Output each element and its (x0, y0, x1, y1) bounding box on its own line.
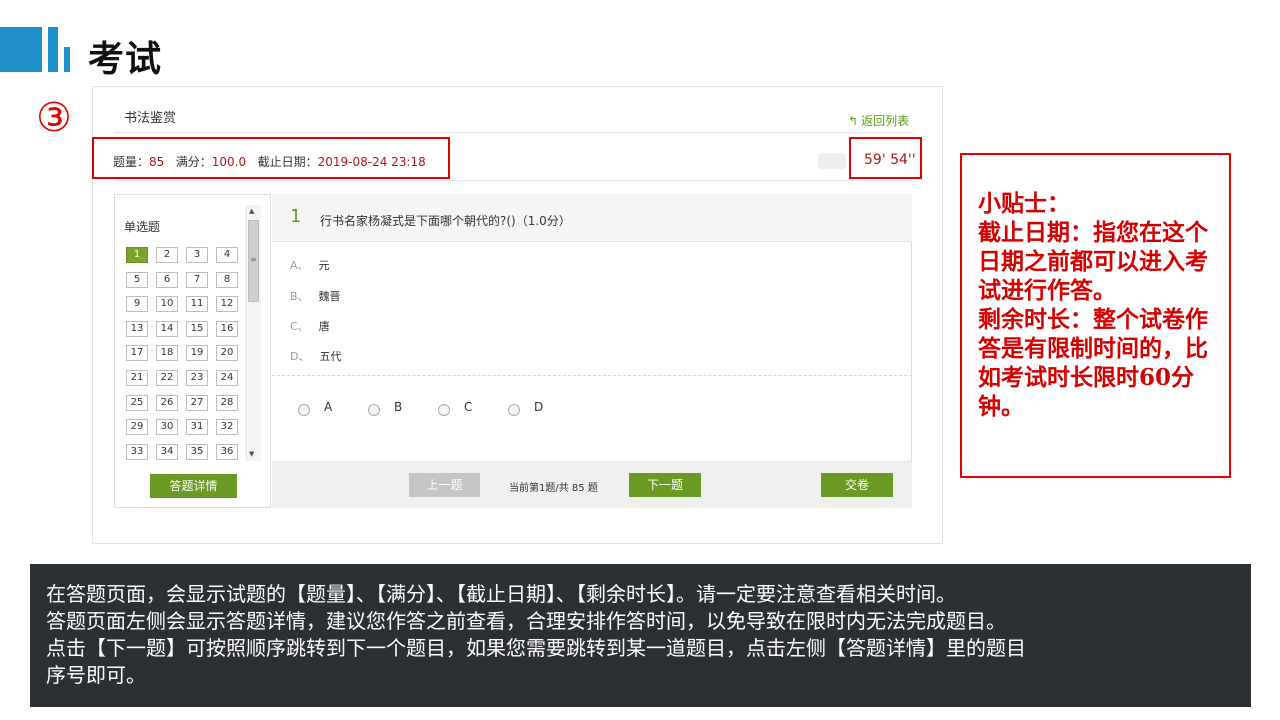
radio-label: D (534, 400, 544, 414)
question-number-button[interactable]: 24 (216, 369, 238, 386)
option-b: B、 魏晋 (290, 288, 341, 304)
radio-a[interactable]: A (298, 398, 332, 416)
tips-text: 小贴士： 截止日期：指您在这个日期之前都可以进入考试进行作答。 剩余时长：整个试… (978, 189, 1230, 421)
question-number-button[interactable]: 26 (156, 394, 178, 411)
question-number-button[interactable]: 27 (186, 394, 208, 411)
question-number-button[interactable]: 28 (216, 394, 238, 411)
tips-remaining-time: 剩余时长：整个试卷作答是有限制时间的，比如考试时长限时60分钟。 (978, 306, 1208, 420)
radio-label: C (464, 400, 473, 414)
question-number-button[interactable]: 1 (126, 247, 148, 263)
question-number-button[interactable]: 29 (126, 419, 148, 436)
question-number-button[interactable]: 10 (156, 296, 178, 313)
section-title: 单选题 (124, 220, 161, 234)
question-number-button[interactable]: 25 (126, 394, 148, 411)
tips-deadline: 截止日期：指您在这个日期之前都可以进入考试进行作答。 (978, 219, 1208, 304)
question-number-button[interactable]: 16 (216, 320, 238, 337)
divider (114, 180, 912, 181)
question-number-button[interactable]: 3 (186, 247, 208, 263)
question-number-button[interactable]: 9 (126, 296, 148, 313)
radio-circle[interactable] (438, 404, 450, 416)
question-number-button[interactable]: 23 (186, 369, 208, 386)
question-number-button[interactable]: 14 (156, 320, 178, 337)
radio-d[interactable]: D (508, 398, 543, 416)
timer-highlight-box (849, 137, 922, 179)
hide-timer-toggle[interactable] (818, 153, 846, 169)
option-text: 唐 (318, 320, 330, 333)
question-number-button[interactable]: 18 (156, 345, 178, 362)
option-text: 五代 (319, 350, 342, 363)
tips-heading: 小贴士： (978, 190, 1070, 217)
question-number-grid: 1 2 3 4 5 6 7 8 9 10 11 12 13 14 15 16 17 18 19 20 21 22 23 24 2… (126, 247, 242, 460)
question-number-button[interactable]: 30 (156, 419, 178, 436)
option-letter: B、 (290, 290, 309, 303)
question-number-button[interactable]: 4 (216, 247, 238, 263)
question-number-button[interactable]: 15 (186, 320, 208, 337)
option-letter: A、 (290, 259, 309, 272)
grip-icon: ≡ (250, 255, 257, 264)
prev-question-button[interactable]: 上一题 (409, 473, 480, 497)
question-text: 行书名家杨凝式是下面哪个朝代的?()（1.0分） (320, 214, 571, 228)
caption-line: 答题页面左侧会显示答题详情，建议您作答之前查看，合理安排作答时间，以免导致在限时… (46, 609, 1006, 633)
question-number-button[interactable]: 13 (126, 320, 148, 337)
radio-label: A (324, 400, 333, 414)
header-accent-bar (64, 47, 70, 72)
radio-label: B (394, 400, 403, 414)
caption-line: 点击【下一题】可按照顺序跳转到下一个题目，如果您需要跳转到某一道题目，点击左侧【… (46, 636, 1026, 660)
option-c: C、唐 (290, 318, 330, 334)
radio-circle[interactable] (298, 404, 310, 416)
question-number-button[interactable]: 32 (216, 419, 238, 436)
question-number-button[interactable]: 17 (126, 345, 148, 362)
scroll-down-icon[interactable]: ▼ (249, 450, 254, 458)
question-number-button[interactable]: 2 (156, 247, 178, 263)
question-number-button[interactable]: 34 (156, 443, 178, 460)
option-letter: C、 (290, 320, 309, 333)
submit-exam-button[interactable]: 交卷 (821, 473, 893, 497)
slide-title: 考试 (88, 39, 163, 80)
question-number-button[interactable]: 36 (216, 443, 238, 460)
option-text: 元 (318, 259, 330, 272)
next-question-button[interactable]: 下一题 (629, 473, 701, 497)
question-number: 1 (290, 206, 302, 227)
option-letter: D、 (290, 350, 310, 363)
caption-line: 在答题页面，会显示试题的【题量】、【满分】、【截止日期】、【剩余时长】。请一定要… (46, 582, 956, 606)
option-text: 魏晋 (318, 290, 341, 303)
return-arrow-icon: ↰ (848, 114, 859, 128)
question-number-button[interactable]: 11 (186, 296, 208, 313)
back-link-label: 返回列表 (861, 114, 910, 128)
question-number-button[interactable]: 7 (186, 271, 208, 288)
radio-circle[interactable] (508, 404, 520, 416)
radio-b[interactable]: B (368, 398, 402, 416)
page-indicator: 当前第1题/共 85 题 (509, 483, 598, 494)
step-number: ③ (36, 95, 72, 141)
question-number-button[interactable]: 21 (126, 369, 148, 386)
question-number-button[interactable]: 5 (126, 271, 148, 288)
header-accent-bar (48, 27, 58, 72)
radio-c[interactable]: C (438, 398, 472, 416)
back-to-list-link[interactable]: ↰ 返回列表 (848, 112, 909, 129)
question-number-button[interactable]: 6 (156, 271, 178, 288)
question-number-button[interactable]: 22 (156, 369, 178, 386)
answer-details-button[interactable]: 答题详情 (150, 474, 237, 498)
header-accent-bar (0, 27, 42, 72)
option-a: A、元 (290, 257, 330, 273)
option-d: D、 五代 (290, 348, 341, 364)
question-number-button[interactable]: 20 (216, 345, 238, 362)
question-number-button[interactable]: 12 (216, 296, 238, 313)
question-number-button[interactable]: 8 (216, 271, 238, 288)
caption-box: 在答题页面，会显示试题的【题量】、【满分】、【截止日期】、【剩余时长】。请一定要… (30, 564, 1251, 707)
caption-line: 序号即可。 (46, 663, 146, 687)
course-title: 书法鉴赏 (124, 111, 177, 126)
divider (114, 132, 912, 133)
question-number-button[interactable]: 33 (126, 443, 148, 460)
radio-circle[interactable] (368, 404, 380, 416)
question-number-button[interactable]: 31 (186, 419, 208, 436)
scroll-up-icon[interactable]: ▲ (249, 207, 254, 215)
question-number-button[interactable]: 19 (186, 345, 208, 362)
info-highlight-box (92, 137, 450, 179)
divider (272, 375, 912, 376)
question-number-button[interactable]: 35 (186, 443, 208, 460)
